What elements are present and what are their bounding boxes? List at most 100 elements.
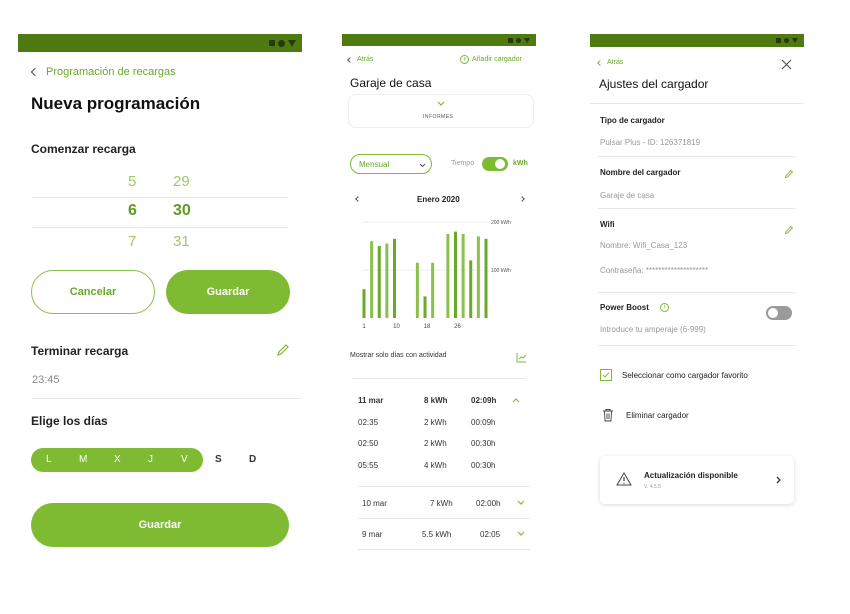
day-time: 02:05 (480, 530, 501, 539)
day-s[interactable]: S (215, 454, 222, 465)
chevron-down-icon[interactable] (517, 500, 525, 506)
chart-bar[interactable] (393, 238, 396, 318)
wifi-label: Wifi (600, 220, 615, 229)
back-link[interactable]: Atrás (347, 56, 373, 63)
x-tick-label: 18 (424, 324, 431, 330)
edit-name-button[interactable] (784, 166, 794, 184)
session-start: 02:50 (358, 439, 379, 448)
expanded-day-time: 02:09h (471, 396, 497, 405)
signal-icon (776, 38, 781, 43)
battery-icon (792, 38, 798, 43)
chart-bar[interactable] (362, 289, 366, 318)
back-label: Atrás (607, 59, 624, 66)
period-select-value: Mensual (359, 160, 390, 169)
picker-hour-next[interactable]: 7 (128, 233, 136, 250)
update-card[interactable]: Actualización disponible V. 4.5.5 (600, 456, 794, 504)
chart-bar[interactable] (454, 231, 457, 318)
add-charger-link[interactable]: + Añadir cargador (460, 55, 522, 64)
chart-bar[interactable] (423, 296, 427, 318)
section-divider (598, 345, 796, 346)
chart-bar[interactable] (370, 241, 374, 318)
list-divider (358, 486, 530, 487)
wifi-icon (516, 37, 521, 43)
power-boost-toggle[interactable] (766, 306, 792, 320)
back-link[interactable]: Atrás (597, 59, 624, 66)
close-button[interactable] (781, 57, 792, 75)
day-energy: 7 kWh (430, 499, 453, 508)
charger-name-value: Garaje de casa (600, 191, 655, 200)
chart-bar[interactable] (377, 246, 381, 318)
section-divider (598, 292, 796, 293)
favorite-charger-option[interactable]: Seleccionar como cargador favorito (600, 369, 748, 381)
prev-month-icon[interactable] (355, 196, 361, 202)
day-l[interactable]: L (46, 454, 52, 465)
day-energy: 5.5 kWh (422, 530, 452, 539)
chevron-left-icon (597, 59, 603, 66)
reports-tab[interactable]: INFORMES (348, 94, 534, 128)
day-m[interactable]: M (79, 454, 87, 465)
chevron-up-icon[interactable] (512, 397, 520, 403)
period-select[interactable]: Mensual (350, 154, 432, 174)
expanded-day-date: 11 mar (358, 396, 384, 405)
checkbox-icon (600, 369, 612, 381)
signal-icon (508, 37, 513, 43)
picker-minute-next[interactable]: 31 (173, 233, 190, 250)
end-divider (32, 398, 302, 399)
chart-check-icon (516, 353, 527, 363)
update-title: Actualización disponible (644, 471, 738, 480)
edit-wifi-button[interactable] (784, 222, 794, 240)
session-duration: 00:09h (471, 418, 496, 427)
edit-end-time-button[interactable] (276, 343, 290, 362)
wifi-password-value: Contraseña: ******************** (600, 266, 709, 275)
reports-label: INFORMES (423, 114, 454, 120)
day-j[interactable]: J (148, 454, 153, 465)
day-v[interactable]: V (181, 454, 188, 465)
chart-bar[interactable] (385, 243, 389, 318)
chart-bar[interactable] (446, 234, 450, 318)
delete-charger-option[interactable]: Eliminar cargador (602, 408, 689, 422)
chart-bar[interactable] (461, 234, 465, 318)
charger-name-label: Nombre del cargador (600, 168, 681, 177)
charger-type-value: Pulsar Plus - ID: 126371819 (600, 138, 701, 147)
cancel-button[interactable]: Cancelar (31, 270, 155, 314)
save-schedule-button[interactable]: Guardar (31, 503, 289, 547)
chart-bar[interactable] (484, 238, 488, 318)
toggle-knob (495, 159, 505, 169)
chevron-left-icon (30, 67, 40, 77)
status-bar (18, 34, 302, 52)
section-divider (598, 156, 796, 157)
chart-bar[interactable] (469, 260, 473, 318)
session-start: 02:35 (358, 418, 379, 427)
next-month-icon[interactable] (519, 196, 525, 202)
chevron-right-icon (776, 476, 781, 484)
day-d[interactable]: D (249, 454, 256, 465)
day-selector[interactable]: L M X J V S D (31, 448, 286, 472)
activity-filter-toggle[interactable] (516, 350, 527, 368)
charger-type-label: Tipo de cargador (600, 116, 665, 125)
favorite-charger-label: Seleccionar como cargador favorito (622, 370, 748, 380)
chevron-left-icon (347, 56, 353, 63)
save-button[interactable]: Guardar (166, 270, 290, 314)
day-x[interactable]: X (114, 454, 121, 465)
chart-bar[interactable] (476, 236, 480, 318)
session-energy: 2 kWh (424, 439, 447, 448)
page-title: Ajustes del cargador (599, 77, 709, 91)
chart-bar[interactable] (415, 262, 419, 318)
start-section-label: Comenzar recarga (31, 142, 136, 156)
picker-divider-bottom (32, 227, 288, 228)
chevron-down-icon[interactable] (517, 531, 525, 537)
picker-hour-selected[interactable]: 6 (128, 202, 137, 220)
month-nav: Enero 2020 (350, 194, 530, 206)
picker-hour-prev[interactable]: 5 (128, 173, 136, 190)
chart-bar[interactable] (431, 262, 435, 318)
info-icon[interactable]: i (660, 303, 669, 312)
picker-minute-selected[interactable]: 30 (173, 202, 191, 220)
x-tick-label: 1 (362, 324, 366, 330)
unit-toggle[interactable] (482, 157, 508, 171)
x-tick-label: 26 (454, 324, 461, 330)
picker-minute-prev[interactable]: 29 (173, 173, 190, 190)
back-link[interactable]: Programación de recargas (30, 66, 176, 78)
screen-nueva-programacion: Programación de recargas Nueva programac… (18, 34, 302, 564)
end-section-label: Terminar recarga (31, 344, 129, 358)
session-duration: 00:30h (471, 439, 496, 448)
